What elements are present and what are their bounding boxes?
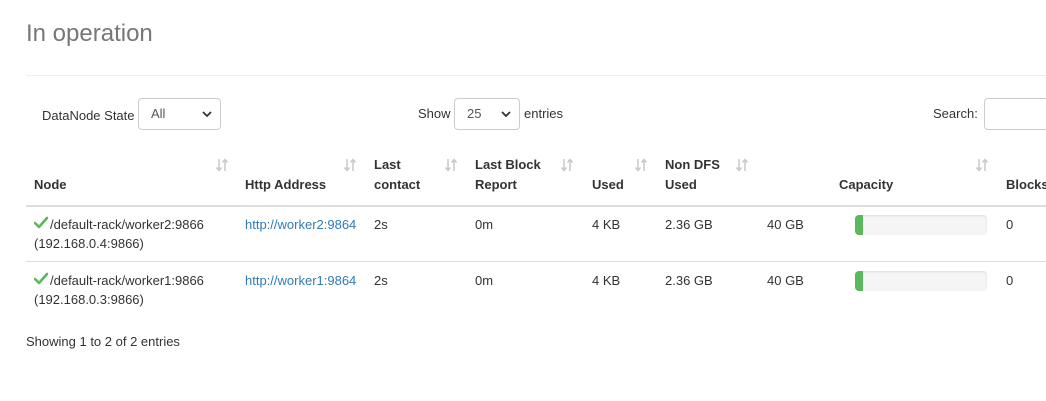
sort-icon	[560, 158, 574, 172]
node-name: /default-rack/worker1:9866	[50, 273, 204, 288]
used: 4 KB	[592, 273, 621, 288]
check-icon	[34, 216, 48, 229]
chevron-down-icon	[501, 111, 511, 118]
title-divider	[26, 75, 1046, 76]
last-contact: 2s	[374, 273, 388, 288]
capacity-progress-bar	[855, 271, 987, 291]
datanode-state-select[interactable]: All	[138, 98, 221, 130]
capacity-progress-fill	[855, 215, 863, 235]
column-header-last-contact[interactable]: Last contact	[366, 155, 466, 197]
blocks: 0	[1006, 273, 1014, 288]
check-icon	[34, 272, 48, 285]
entries-label: entries	[524, 106, 564, 121]
search-input[interactable]	[984, 98, 1046, 130]
table-info: Showing 1 to 2 of 2 entries	[26, 334, 180, 349]
section-title: In operation	[26, 20, 153, 47]
capacity: 40 GB	[767, 273, 804, 288]
datanode-state-label: DataNode State	[42, 108, 135, 123]
last-block-report: 0m	[475, 217, 494, 232]
http-address-link[interactable]: http://worker2:9864	[245, 215, 356, 234]
column-header-node[interactable]: Node	[26, 155, 236, 197]
column-header-blocks[interactable]: Blocks	[998, 155, 1046, 197]
chevron-down-icon	[202, 111, 212, 118]
column-header-used[interactable]: Used	[584, 155, 656, 197]
sort-icon	[215, 158, 229, 172]
row-divider	[26, 261, 1046, 262]
sort-icon	[444, 158, 458, 172]
table-header-divider	[26, 205, 1046, 207]
column-header-last-block-report[interactable]: Last Block Report	[467, 155, 583, 197]
sort-icon	[634, 158, 648, 172]
column-header-non-dfs-used[interactable]: Non DFS Used	[657, 155, 757, 197]
capacity-progress-bar	[855, 215, 987, 235]
node-ip: (192.168.0.3:9866)	[34, 292, 144, 307]
show-label: Show	[418, 106, 451, 121]
column-header-capacity[interactable]: Capacity	[831, 155, 997, 197]
http-address-link[interactable]: http://worker1:9864	[245, 271, 356, 290]
used: 4 KB	[592, 217, 621, 232]
last-block-report: 0m	[475, 273, 494, 288]
datanode-state-value: All	[151, 106, 166, 121]
sort-icon	[975, 158, 989, 172]
non-dfs-used: 2.36 GB	[665, 273, 713, 288]
capacity-progress-fill	[855, 271, 863, 291]
non-dfs-used: 2.36 GB	[665, 217, 713, 232]
sort-icon	[735, 158, 749, 172]
search-label: Search:	[933, 106, 978, 121]
column-header-http-address[interactable]: Http Address	[237, 155, 365, 197]
page-length-value: 25	[467, 106, 482, 121]
last-contact: 2s	[374, 217, 388, 232]
node-name: /default-rack/worker2:9866	[50, 217, 204, 232]
sort-icon	[343, 158, 357, 172]
node-ip: (192.168.0.4:9866)	[34, 236, 144, 251]
blocks: 0	[1006, 217, 1014, 232]
capacity: 40 GB	[767, 217, 804, 232]
page-length-select[interactable]: 25	[454, 98, 520, 130]
